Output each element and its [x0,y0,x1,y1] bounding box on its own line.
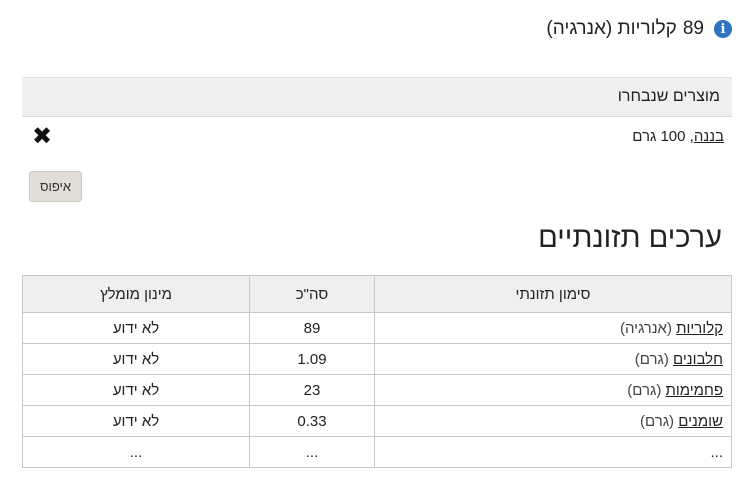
table-row: פחמימות (גרם) 23 לא ידוע [22,374,732,406]
selected-product-amount: , 100 גרם [632,127,694,145]
table-row: שומנים (גרם) 0.33 לא ידוע [22,405,732,437]
selected-products-header: מוצרים שנבחרו [22,77,732,117]
total-cell: ... [249,436,375,468]
table-header-row: סימון תזונתי סה"כ מינון מומלץ [22,275,732,313]
reset-button[interactable]: איפוס [29,171,82,202]
header-nutrient: סימון תזונתי [374,275,732,313]
nutrient-unit: (גרם) [627,381,662,399]
calorie-summary: i 89 קלוריות (אנרגיה) [546,18,732,40]
selected-product-row: בננה, 100 גרם ✖ [22,117,732,155]
nutrient-cell: ... [374,436,732,468]
header-total: סה"כ [249,275,375,313]
selected-product: בננה, 100 גרם [632,128,724,145]
recommended-cell: לא ידוע [22,312,250,344]
more-rows-indicator: ... [710,443,723,461]
table-row: ... ... ... [22,436,732,468]
nutrient-link[interactable]: קלוריות [676,320,723,337]
recommended-cell: ... [22,436,250,468]
total-cell: 23 [249,374,375,406]
remove-icon[interactable]: ✖ [32,122,52,150]
header-recommended: מינון מומלץ [22,275,250,313]
nutrient-link[interactable]: חלבונים [673,351,723,368]
nutrition-table: סימון תזונתי סה"כ מינון מומלץ קלוריות (א… [22,275,732,468]
nutrient-link[interactable]: שומנים [678,413,723,430]
nutrient-cell: שומנים (גרם) [374,405,732,437]
recommended-cell: לא ידוע [22,343,250,375]
table-row: קלוריות (אנרגיה) 89 לא ידוע [22,312,732,344]
recommended-cell: לא ידוע [22,374,250,406]
nutrition-title: ערכים תזונתיים [538,222,722,254]
selected-products-panel: מוצרים שנבחרו בננה, 100 גרם ✖ [22,77,732,155]
nutrient-cell: חלבונים (גרם) [374,343,732,375]
info-icon[interactable]: i [714,20,732,38]
nutrient-unit: (אנרגיה) [619,319,672,337]
selected-product-link[interactable]: בננה [694,128,724,145]
total-cell: 89 [249,312,375,344]
nutrient-unit: (גרם) [639,412,675,430]
total-cell: 0.33 [249,405,375,437]
table-row: חלבונים (גרם) 1.09 לא ידוע [22,343,732,375]
summary-label: קלוריות (אנרגיה) [546,18,677,39]
total-cell: 1.09 [249,343,375,375]
nutrient-unit: (גרם) [634,350,669,368]
nutrient-link[interactable]: פחמימות [666,382,724,399]
nutrient-cell: פחמימות (גרם) [374,374,732,406]
nutrient-cell: קלוריות (אנרגיה) [374,312,732,344]
summary-value: 89 [682,18,704,39]
recommended-cell: לא ידוע [22,405,250,437]
